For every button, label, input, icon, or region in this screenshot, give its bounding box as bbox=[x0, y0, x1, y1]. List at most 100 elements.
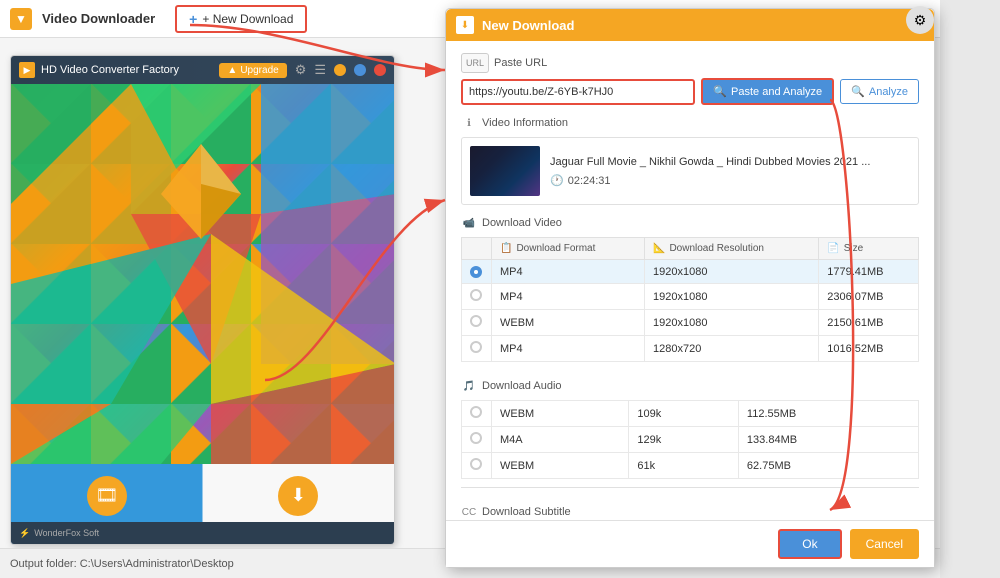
audio-format-cell: M4A bbox=[492, 427, 629, 453]
clock-icon: 🕐 bbox=[550, 174, 564, 187]
gear-icon[interactable]: ⚙ bbox=[295, 62, 307, 78]
downloader-icon: ⬇ bbox=[278, 476, 318, 516]
audio-format-row[interactable]: WEBM 109k 112.55MB bbox=[462, 401, 919, 427]
dialog-logo: ⬇ bbox=[456, 16, 474, 34]
new-download-button[interactable]: + + New Download bbox=[175, 5, 307, 33]
video-format-row[interactable]: MP4 1920x1080 1779.41MB bbox=[462, 260, 919, 284]
format-col-icon: 📋 bbox=[500, 243, 512, 254]
video-info-header: ℹ Video Information bbox=[461, 115, 919, 131]
audio-radio-button[interactable] bbox=[470, 406, 482, 418]
dialog-footer: Ok Cancel bbox=[446, 520, 934, 567]
app-title: Video Downloader bbox=[42, 11, 155, 26]
thumb-inner bbox=[470, 146, 540, 196]
inner-bottom-bar: ⚡ WonderFox Soft bbox=[11, 522, 394, 544]
radio-cell bbox=[462, 401, 492, 427]
col-select bbox=[462, 238, 492, 260]
audio-format-row[interactable]: M4A 129k 133.84MB bbox=[462, 427, 919, 453]
video-duration: 🕐 02:24:31 bbox=[550, 174, 910, 187]
radio-cell bbox=[462, 284, 492, 310]
size-cell: 2306.07MB bbox=[819, 284, 919, 310]
paste-analyze-button[interactable]: 🔍 Paste and Analyze bbox=[701, 78, 834, 105]
audio-format-row[interactable]: WEBM 61k 62.75MB bbox=[462, 453, 919, 479]
duration-value: 02:24:31 bbox=[568, 175, 611, 187]
video-info-label: Video Information bbox=[482, 117, 568, 129]
analyze-label: Analyze bbox=[869, 86, 908, 98]
video-format-row[interactable]: WEBM 1920x1080 2150.61MB bbox=[462, 310, 919, 336]
resolution-cell: 1920x1080 bbox=[645, 260, 819, 284]
radio-button[interactable] bbox=[470, 341, 482, 353]
minimize-button[interactable] bbox=[334, 64, 346, 76]
cancel-button[interactable]: Cancel bbox=[850, 529, 919, 559]
subtitle-header: CC Download Subtitle bbox=[461, 504, 919, 520]
inner-app-title: HD Video Converter Factory bbox=[41, 64, 213, 76]
audio-bitrate-cell: 61k bbox=[629, 453, 739, 479]
inner-window: ▶ HD Video Converter Factory ▲ Upgrade ⚙… bbox=[10, 55, 395, 545]
audio-format-cell: WEBM bbox=[492, 401, 629, 427]
paste-url-label: Paste URL bbox=[494, 57, 547, 69]
video-format-row[interactable]: MP4 1280x720 1016.52MB bbox=[462, 336, 919, 362]
url-icon: URL bbox=[461, 53, 489, 73]
plus-icon: + bbox=[189, 11, 197, 27]
upgrade-button[interactable]: ▲ Upgrade bbox=[219, 63, 286, 78]
radio-button[interactable] bbox=[470, 266, 482, 278]
subtitle-label: Download Subtitle bbox=[482, 506, 571, 518]
maximize-button[interactable] bbox=[354, 64, 366, 76]
audio-size-cell: 62.75MB bbox=[738, 453, 918, 479]
radio-button[interactable] bbox=[470, 315, 482, 327]
cancel-label: Cancel bbox=[866, 537, 903, 551]
audio-size-cell: 133.84MB bbox=[738, 427, 918, 453]
format-cell: MP4 bbox=[492, 336, 645, 362]
radio-cell bbox=[462, 336, 492, 362]
resolution-cell: 1920x1080 bbox=[645, 310, 819, 336]
ok-label: Ok bbox=[802, 537, 817, 551]
converter-icon: 🎞 bbox=[87, 476, 127, 516]
audio-format-cell: WEBM bbox=[492, 453, 629, 479]
wonderfox-label: WonderFox Soft bbox=[34, 528, 99, 538]
output-folder-text: Output folder: C:\Users\Administrator\De… bbox=[10, 558, 234, 570]
audio-format-table: WEBM 109k 112.55MB M4A 129k 133.84MB WEB… bbox=[461, 400, 919, 479]
resolution-cell: 1280x720 bbox=[645, 336, 819, 362]
url-row: 🔍 Paste and Analyze 🔍 Analyze bbox=[461, 78, 919, 105]
geometric-background bbox=[11, 84, 394, 464]
video-format-row[interactable]: MP4 1920x1080 2306.07MB bbox=[462, 284, 919, 310]
radio-cell bbox=[462, 260, 492, 284]
col-format-header: 📋 Download Format bbox=[492, 238, 645, 260]
analyze-button[interactable]: 🔍 Analyze bbox=[840, 79, 919, 104]
format-table-wrapper[interactable]: 📋 Download Format 📐 Download Resolution bbox=[461, 237, 919, 370]
info-icon: ℹ bbox=[461, 115, 477, 131]
gear-symbol: ⚙ bbox=[914, 12, 927, 29]
resolution-cell: 1920x1080 bbox=[645, 284, 819, 310]
ok-button[interactable]: Ok bbox=[778, 529, 841, 559]
new-download-label: + New Download bbox=[202, 12, 293, 26]
size-cell: 1016.52MB bbox=[819, 336, 919, 362]
upgrade-icon: ▲ bbox=[227, 65, 237, 76]
download-video-header: 📹 Download Video bbox=[461, 215, 919, 231]
resolution-col-label: Download Resolution bbox=[669, 243, 764, 254]
url-input[interactable] bbox=[461, 79, 695, 105]
radio-cell bbox=[462, 453, 492, 479]
size-col-icon: 📄 bbox=[827, 243, 839, 254]
audio-radio-button[interactable] bbox=[470, 432, 482, 444]
audio-bitrate-cell: 129k bbox=[629, 427, 739, 453]
radio-cell bbox=[462, 427, 492, 453]
app-logo: ▼ bbox=[10, 8, 32, 30]
audio-radio-button[interactable] bbox=[470, 458, 482, 470]
video-icon: 📹 bbox=[461, 215, 477, 231]
format-table: 📋 Download Format 📐 Download Resolution bbox=[461, 237, 919, 362]
dialog-titlebar: ⬇ New Download ✕ bbox=[446, 9, 934, 41]
close-button[interactable] bbox=[374, 64, 386, 76]
col-size-header: 📄 Size bbox=[819, 238, 919, 260]
dialog-body: URL Paste URL 🔍 Paste and Analyze 🔍 Anal… bbox=[446, 41, 934, 567]
top-right-gear-icon[interactable]: ⚙ bbox=[906, 6, 934, 34]
radio-button[interactable] bbox=[470, 289, 482, 301]
size-cell: 1779.41MB bbox=[819, 260, 919, 284]
size-col-label: Size bbox=[844, 243, 863, 254]
inner-titlebar: ▶ HD Video Converter Factory ▲ Upgrade ⚙… bbox=[11, 56, 394, 84]
download-audio-header: 🎵 Download Audio bbox=[461, 378, 919, 394]
paste-analyze-label: Paste and Analyze bbox=[731, 86, 822, 98]
resolution-col-icon: 📐 bbox=[653, 243, 665, 254]
analyze-icon: 🔍 bbox=[851, 85, 865, 98]
audio-size-cell: 112.55MB bbox=[738, 401, 918, 427]
menu-icon[interactable]: ☰ bbox=[314, 62, 326, 78]
format-cell: MP4 bbox=[492, 260, 645, 284]
